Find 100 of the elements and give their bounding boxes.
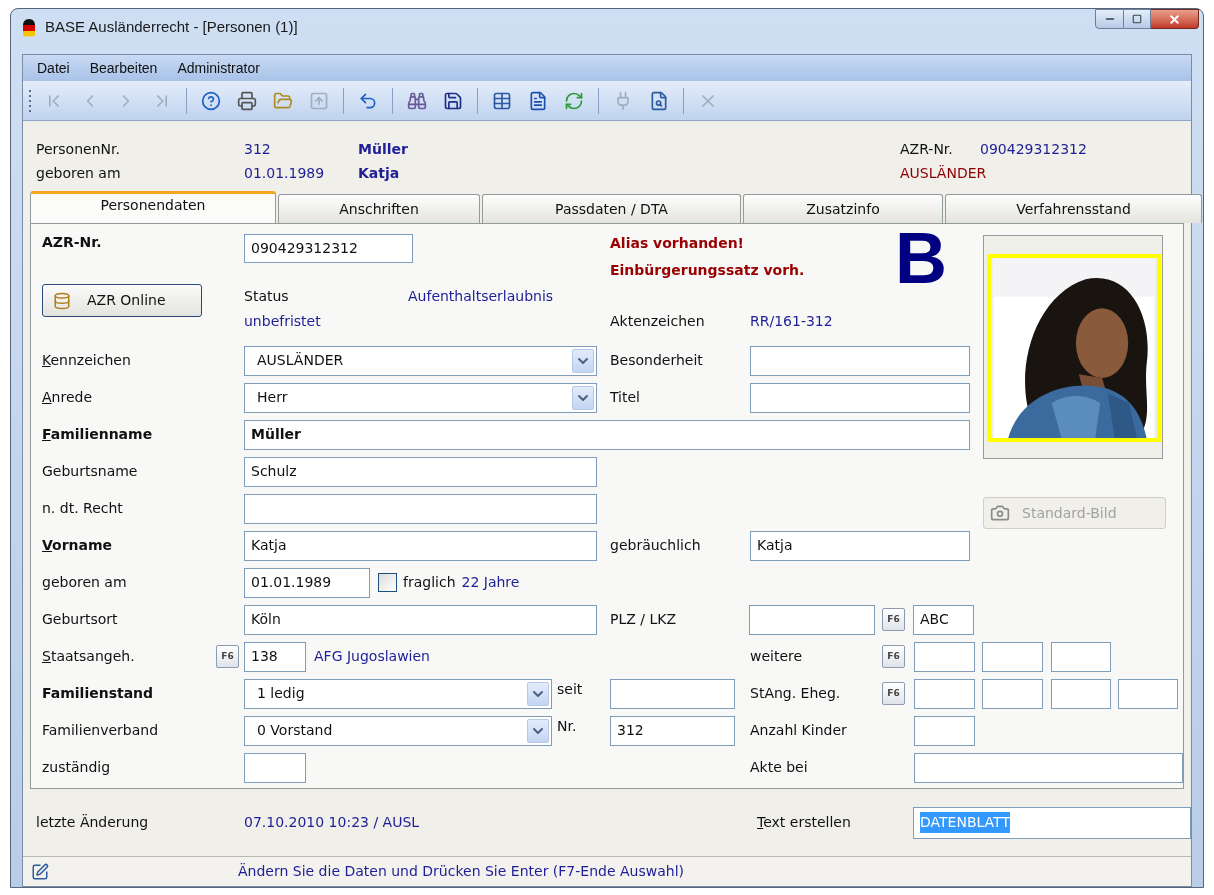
azr-number: 090429312312 [980,140,1087,159]
close-button[interactable] [1151,9,1199,29]
nationality-name: AFG Jugoslawien [314,647,430,666]
field-label: Familienstand [42,684,154,703]
field-label: Staatsangeh. [42,647,135,666]
category-letter: B [895,230,947,286]
text-field[interactable] [1051,641,1111,672]
text-field[interactable] [914,641,975,672]
tab[interactable]: Passdaten / DTA [482,194,741,223]
text-field[interactable]: ABC [913,604,974,635]
maximize-button[interactable] [1124,9,1151,29]
field-label: AZR-Nr. [900,140,953,159]
text-field[interactable] [750,345,970,376]
birth-date: 01.01.1989 [244,164,326,183]
arrow-up-square-icon [309,90,329,111]
f6-button[interactable]: F6 [882,645,905,668]
field-label: Geburtsort [42,610,118,629]
window-title: BASE Ausländerrecht - [Personen (1)] [45,17,298,38]
f6-button[interactable]: F6 [216,645,239,668]
save-icon [443,90,463,111]
alert-text: Einbürgerungssatz vorh. [610,261,805,280]
text-field[interactable]: Müller [244,419,970,450]
tab[interactable]: Anschriften [278,194,480,223]
field-label: letzte Änderung [36,813,149,832]
menu-item[interactable]: Administrator [167,55,270,81]
field-label: AZR-Nr. [42,233,102,252]
field-label: Status [244,287,290,306]
status-value: Aufenthaltserlaubnis [408,287,554,306]
refresh-icon [564,90,584,111]
undo-icon [358,90,378,111]
text-field[interactable] [982,641,1043,672]
menu-item[interactable]: Bearbeiten [79,55,168,81]
text-field[interactable]: 312 [610,715,735,746]
field-label: Titel [610,388,640,407]
text-field[interactable] [244,493,597,524]
azr-online-button[interactable]: AZR Online [42,284,202,317]
menu-item[interactable]: Datei [27,55,80,81]
dropdown[interactable]: 0 Vorstand [244,715,552,746]
field-label: Aktenzeichen [610,312,705,331]
text-field[interactable]: 01.01.1989 [244,567,370,598]
field-label: PLZ / LKZ [610,610,677,629]
field-label: n. dt. Recht [42,499,123,518]
text-field[interactable]: Katja [750,530,970,561]
field-label: Geburtsname [42,462,138,481]
checkbox[interactable] [378,573,397,592]
close-icon [1168,12,1181,26]
text-field[interactable] [1118,678,1178,709]
person-category: AUSLÄNDER [900,164,987,183]
database-icon [53,291,71,310]
field-label: PersonenNr. [36,140,120,159]
status-value: unbefristet [244,312,321,331]
text-field[interactable] [914,715,975,746]
text-field[interactable] [982,678,1043,709]
table-icon [492,90,512,111]
field-label: Besonderheit [610,351,703,370]
binoculars-icon [407,90,427,111]
tab[interactable]: Verfahrensstand [945,194,1202,223]
maximize-icon [1132,14,1142,24]
text-field[interactable]: Schulz [244,456,597,487]
checkbox-label: fraglich [403,573,456,592]
dropdown[interactable]: AUSLÄNDER [244,345,597,376]
field-label: weitere [750,647,803,666]
person-number: 312 [244,140,272,159]
dropdown[interactable]: Herr [244,382,597,413]
f6-button[interactable]: F6 [882,682,905,705]
field-label: Anzahl Kinder [750,721,847,740]
chevron-down-icon [572,348,594,373]
text-field[interactable] [1051,678,1111,709]
field-label: Familienname [42,425,153,444]
text-field[interactable] [914,752,1183,783]
field-label: Kennzeichen [42,351,131,370]
surname: Müller [358,140,409,159]
first-name: Katja [358,164,401,183]
text-field[interactable] [610,678,735,709]
field-label: geboren am [36,164,121,183]
text-field[interactable] [749,604,875,635]
text-field[interactable]: Katja [244,530,597,561]
flag-icon [21,17,37,38]
status-message: Ändern Sie die Daten und Drücken Sie Enter (F7-Ende Auswahl) [238,862,684,881]
text-field[interactable] [750,382,970,413]
text-field[interactable]: Köln [244,604,597,635]
dropdown[interactable]: 1 ledig [244,678,552,709]
text-field[interactable] [914,678,975,709]
tab[interactable]: Zusatzinfo [743,194,943,223]
field-label: seit [557,679,583,699]
field-label: Familienverband [42,721,159,740]
text-field[interactable]: 090429312312 [244,234,413,263]
folder-icon [273,90,293,111]
chevron-down-icon [527,718,549,743]
f6-button[interactable]: F6 [882,608,905,631]
file-reference: RR/161-312 [750,312,833,331]
help-icon [201,90,221,111]
text-field[interactable]: 138 [244,641,306,672]
field-label: Nr. [557,716,577,736]
text-field[interactable] [244,752,306,783]
minimize-button[interactable] [1095,9,1124,29]
field-label: zuständig [42,758,111,777]
alert-text: Alias vorhanden! [610,234,744,253]
age-text: 22 Jahre [461,573,520,592]
tab[interactable]: Personendaten [30,191,276,223]
